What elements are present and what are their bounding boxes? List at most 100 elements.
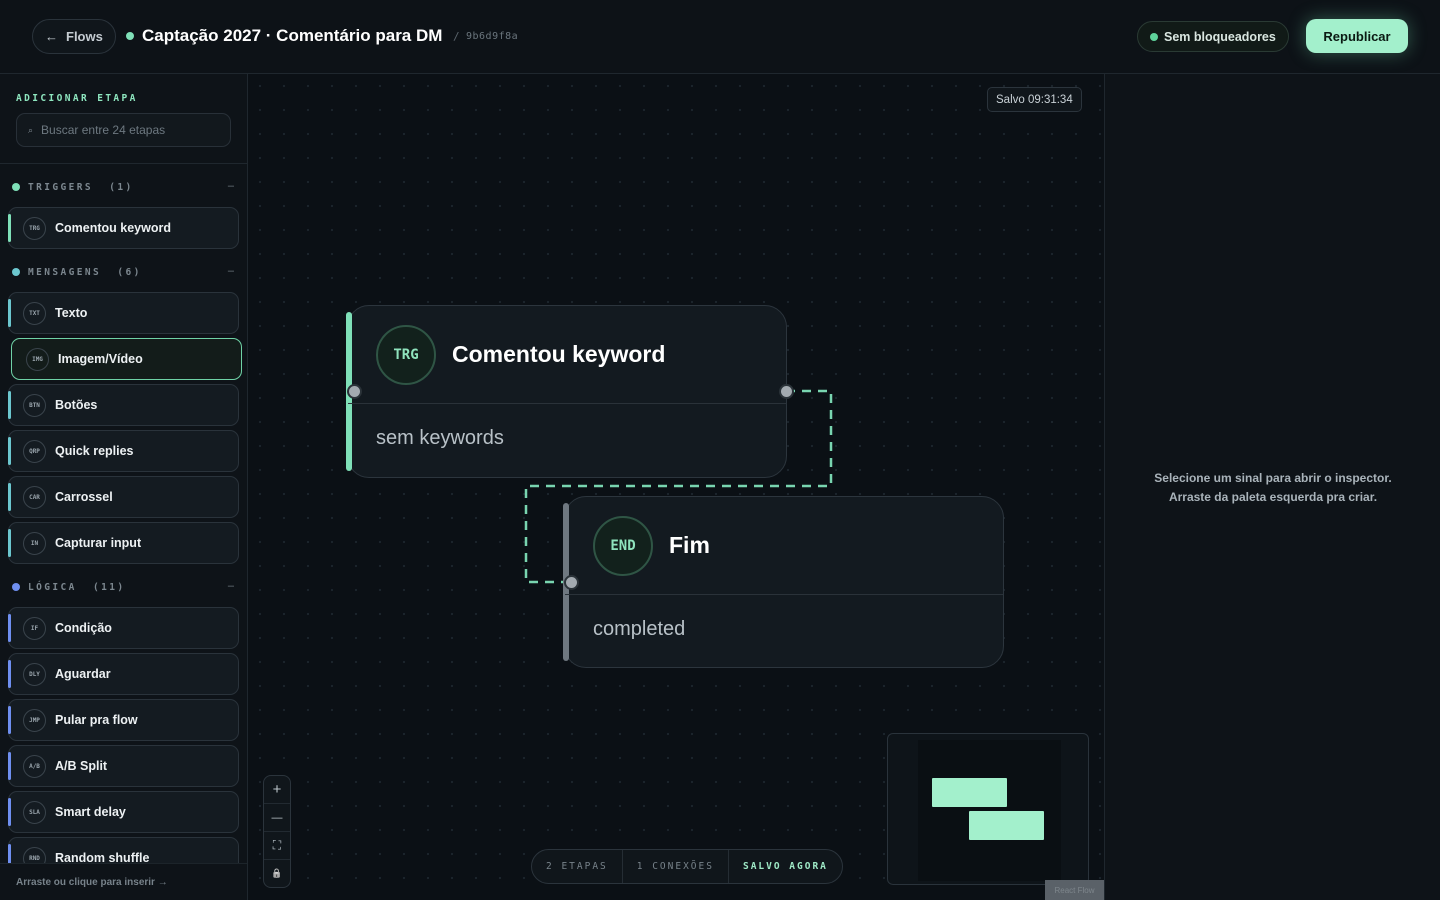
category-bar bbox=[8, 529, 11, 557]
collapse-icon[interactable]: – bbox=[228, 265, 234, 277]
lock-button[interactable]: 🔒 bbox=[264, 860, 290, 887]
steps-count: 2 ETAPAS bbox=[532, 850, 623, 883]
palette-item-ab-split[interactable]: A/B A/B Split bbox=[8, 745, 239, 787]
section-header-triggers[interactable]: TRIGGERS (1) – bbox=[12, 180, 236, 194]
category-bar bbox=[8, 299, 11, 327]
step-type-icon: JMP bbox=[23, 708, 46, 732]
section-label: LÓGICA (11) bbox=[28, 581, 126, 593]
category-bar bbox=[8, 798, 11, 826]
category-bar bbox=[8, 437, 11, 465]
fit-view-button[interactable]: ⛶ bbox=[264, 832, 290, 860]
node-end-fim[interactable]: END Fim completed bbox=[563, 496, 1004, 668]
palette-item-texto[interactable]: TXT Texto bbox=[8, 292, 239, 334]
zoom-controls: + — ⛶ 🔒 bbox=[263, 775, 291, 888]
category-bar bbox=[8, 483, 11, 511]
palette-item-condicao[interactable]: IF Condição bbox=[8, 607, 239, 649]
minimap[interactable] bbox=[887, 733, 1089, 885]
react-flow-attribution[interactable]: React Flow bbox=[1045, 880, 1104, 900]
flow-version-hash: 9b6d9f8a bbox=[466, 31, 519, 42]
category-bar bbox=[8, 391, 11, 419]
search-icon: ⌕ bbox=[28, 124, 34, 135]
palette-item-label: Aguardar bbox=[55, 667, 111, 681]
palette-item-aguardar[interactable]: DLY Aguardar bbox=[8, 653, 239, 695]
back-to-flows-button[interactable]: ← Flows bbox=[32, 19, 116, 54]
palette-item-label: Botões bbox=[55, 398, 98, 412]
blockers-status-button[interactable]: Sem bloqueadores bbox=[1137, 21, 1289, 52]
category-bar bbox=[8, 660, 11, 688]
section-dot bbox=[12, 583, 20, 591]
palette-item-label: Pular pra flow bbox=[55, 713, 138, 727]
node-title: Fim bbox=[669, 532, 710, 558]
end-badge-icon: END bbox=[593, 516, 653, 576]
trigger-badge-icon: TRG bbox=[376, 325, 436, 385]
category-bar bbox=[8, 752, 11, 780]
minus-icon: — bbox=[271, 811, 283, 824]
palette-item-label: Comentou keyword bbox=[55, 221, 171, 235]
category-bar bbox=[8, 614, 11, 642]
node-trigger-comentou-keyword[interactable]: TRG Comentou keyword sem keywords bbox=[346, 305, 787, 478]
step-search-input[interactable] bbox=[41, 123, 212, 137]
connections-count: 1 CONEXÕES bbox=[623, 850, 729, 883]
add-step-heading: ADICIONAR ETAPA bbox=[16, 93, 138, 104]
fit-view-icon: ⛶ bbox=[272, 838, 282, 852]
palette-item-smart-delay[interactable]: SLA Smart delay bbox=[8, 791, 239, 833]
palette-item-label: Imagem/Vídeo bbox=[58, 352, 143, 366]
section-dot bbox=[12, 268, 20, 276]
zoom-in-button[interactable]: + bbox=[264, 776, 290, 804]
node-subtitle: sem keywords bbox=[376, 427, 504, 449]
flow-status-dot bbox=[126, 32, 134, 40]
step-type-icon: SLA bbox=[23, 800, 46, 824]
node-subtitle: completed bbox=[593, 618, 686, 640]
step-type-icon: A/B bbox=[23, 754, 46, 778]
saved-timestamp-chip: Salvo 09:31:34 bbox=[987, 87, 1082, 112]
republish-button[interactable]: Republicar bbox=[1306, 19, 1408, 53]
sidebar-footer: Arraste ou clique para inserir → bbox=[0, 863, 247, 900]
palette-item-pular-pra-flow[interactable]: JMP Pular pra flow bbox=[8, 699, 239, 741]
sidebar-divider bbox=[0, 163, 247, 164]
step-search-box[interactable]: ⌕ bbox=[16, 113, 231, 147]
step-type-icon: CAR bbox=[23, 485, 46, 509]
palette-item-label: Smart delay bbox=[55, 805, 126, 819]
category-bar bbox=[8, 214, 11, 242]
section-label: MENSAGENS (6) bbox=[28, 266, 142, 278]
title-separator: / bbox=[453, 30, 460, 43]
lock-icon: 🔒 bbox=[271, 868, 283, 878]
node-header: END Fim bbox=[565, 497, 1003, 595]
step-type-icon: QRP bbox=[23, 439, 46, 463]
insert-hint: Arraste ou clique para inserir → bbox=[16, 877, 168, 888]
section-header-logica[interactable]: LÓGICA (11) – bbox=[12, 580, 236, 594]
step-type-icon: TXT bbox=[23, 301, 46, 325]
step-type-icon: DLY bbox=[23, 662, 46, 686]
palette-item-label: Texto bbox=[55, 306, 88, 320]
step-type-icon: IF bbox=[23, 616, 46, 640]
plus-icon: + bbox=[272, 781, 282, 798]
inspector-hint-line-2: Arraste da paleta esquerda pra criar. bbox=[1168, 490, 1378, 504]
node-input-handle[interactable] bbox=[347, 384, 362, 399]
step-palette-sidebar: ADICIONAR ETAPA ⌕ TRIGGERS (1) – TRG Com… bbox=[0, 74, 248, 900]
flow-stats-pill: 2 ETAPAS 1 CONEXÕES SALVO AGORA bbox=[531, 849, 843, 884]
node-input-handle[interactable] bbox=[564, 575, 579, 590]
palette-item-botoes[interactable]: BTN Botões bbox=[8, 384, 239, 426]
collapse-icon[interactable]: – bbox=[228, 180, 234, 192]
node-header: TRG Comentou keyword bbox=[348, 306, 786, 404]
palette-item-comentou-keyword[interactable]: TRG Comentou keyword bbox=[8, 207, 239, 249]
step-type-icon: BTN bbox=[23, 393, 46, 417]
collapse-icon[interactable]: – bbox=[228, 580, 234, 592]
category-bar bbox=[8, 706, 11, 734]
node-title: Comentou keyword bbox=[452, 341, 666, 367]
back-label: Flows bbox=[66, 29, 103, 44]
flow-canvas[interactable]: Salvo 09:31:34 TRG Comentou keyword sem … bbox=[248, 74, 1104, 900]
section-header-mensagens[interactable]: MENSAGENS (6) – bbox=[12, 265, 236, 279]
blockers-label: Sem bloqueadores bbox=[1164, 29, 1276, 44]
palette-item-imagem-video[interactable]: IMG Imagem/Vídeo bbox=[11, 338, 242, 380]
inspector-panel: Selecione um sinal para abrir o inspecto… bbox=[1104, 74, 1440, 900]
zoom-out-button[interactable]: — bbox=[264, 804, 290, 832]
ok-status-dot bbox=[1150, 33, 1158, 41]
palette-item-quick-replies[interactable]: QRP Quick replies bbox=[8, 430, 239, 472]
palette-item-capturar-input[interactable]: IN Capturar input bbox=[8, 522, 239, 564]
inspector-empty-hint: Selecione um sinal para abrir o inspecto… bbox=[1105, 469, 1440, 507]
minimap-node-end bbox=[969, 811, 1044, 840]
flow-title: Captação 2027 · Comentário para DM bbox=[142, 26, 443, 45]
palette-item-carrossel[interactable]: CAR Carrossel bbox=[8, 476, 239, 518]
node-output-handle[interactable] bbox=[779, 384, 794, 399]
